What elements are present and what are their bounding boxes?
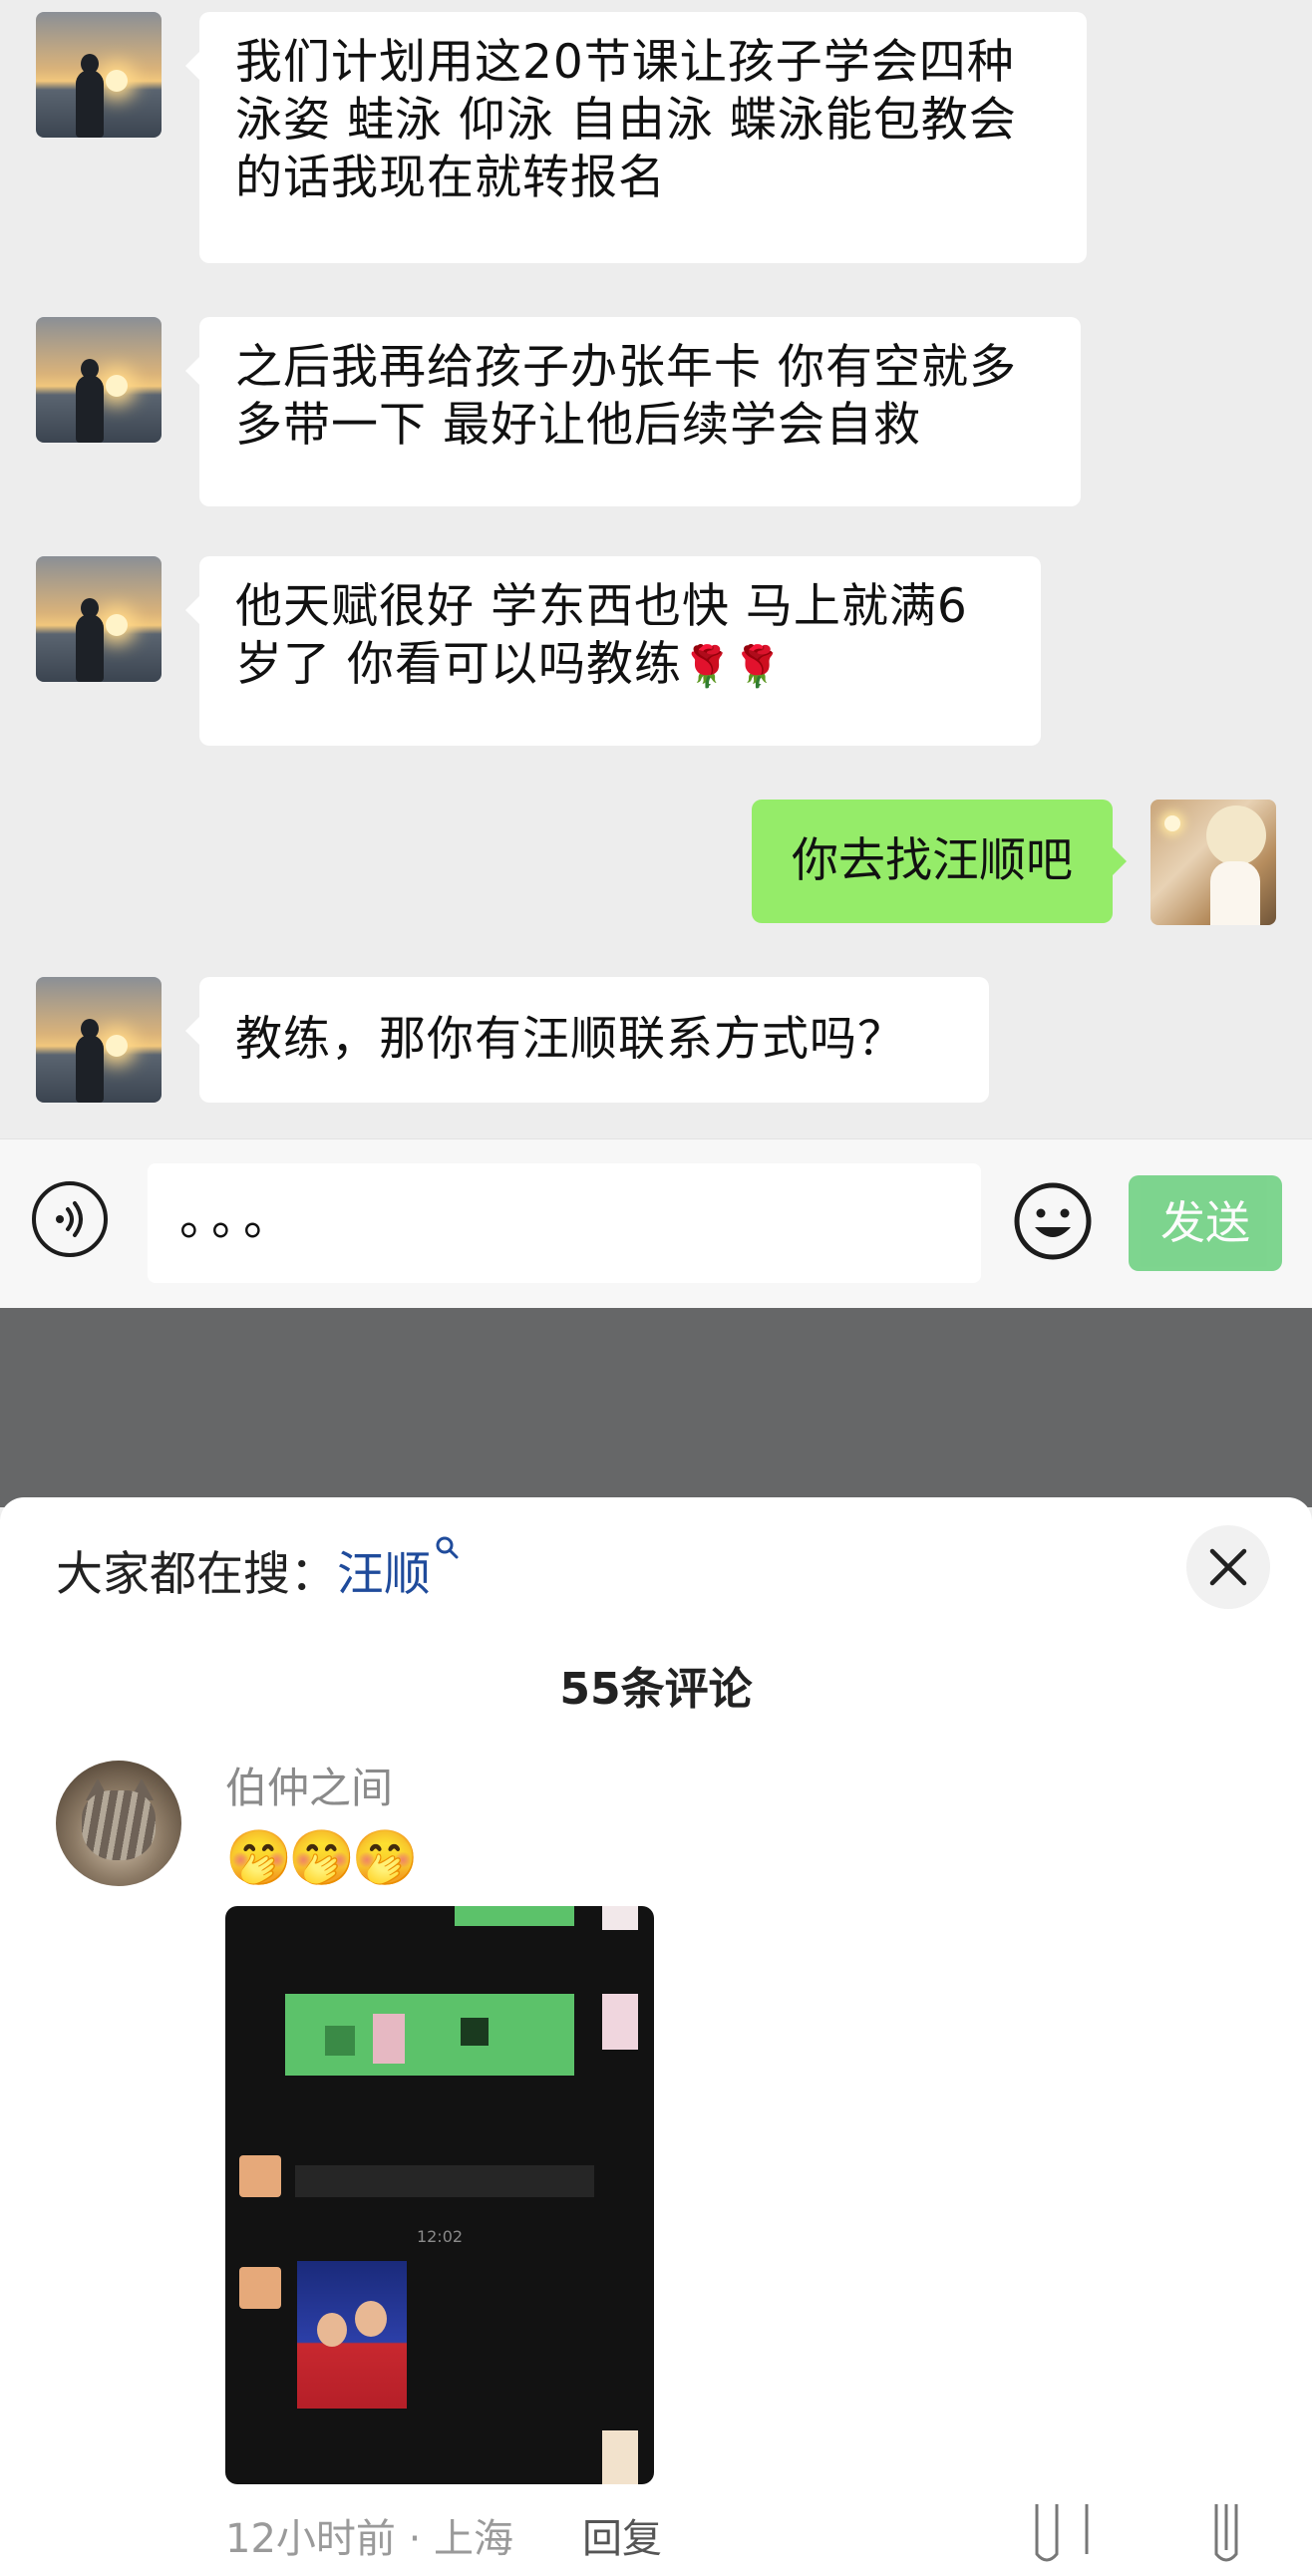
rose-emoji: 🌹🌹 [681,644,784,690]
voice-input-button[interactable] [32,1181,108,1257]
message-text: 我们计划用这20节课让孩子学会四种泳姿 蛙泳 仰泳 自由泳 蝶泳能包教会的话我现… [235,35,1017,205]
message-bubble[interactable]: 教练，那你有汪顺联系方式吗？ [185,977,989,1103]
search-icon[interactable] [435,1535,461,1561]
commenter-avatar[interactable] [56,1761,181,1886]
chat-area: 我们计划用这20节课让孩子学会四种泳姿 蛙泳 仰泳 自由泳 蝶泳能包教会的话我现… [0,0,1312,1138]
message-text: 你去找汪顺吧 [792,833,1073,888]
my-avatar[interactable] [1150,800,1276,925]
send-button[interactable]: 发送 [1129,1175,1282,1271]
comment-emoji: 🤭🤭🤭 [225,1826,419,1889]
message-text: 之后我再给孩子办张年卡 你有空就多多带一下 最好让他后续学会自救 [235,340,1017,453]
like-icon[interactable] [1027,2494,1266,2574]
avatar[interactable] [36,12,162,138]
close-button[interactable] [1186,1525,1270,1609]
trending-search: 大家都在搜：汪顺 [56,1535,461,1604]
message-bubble[interactable]: 之后我再给孩子办张年卡 你有空就多多带一下 最好让他后续学会自救 [185,317,1081,506]
commenter-name[interactable]: 伯仲之间 [225,1755,393,1815]
image-timestamp: 12:02 [416,2227,464,2246]
emoji-icon[interactable] [1013,1181,1093,1261]
comment-meta: 12小时前 · 上海 [225,2516,514,2562]
close-icon [1209,1548,1247,1586]
voice-icon [56,1201,83,1237]
avatar[interactable] [36,556,162,682]
chat-input-bar: 。。。 发送 [0,1138,1312,1309]
message-input[interactable]: 。。。 [148,1163,981,1283]
avatar[interactable] [36,317,162,443]
message-text: 教练，那你有汪顺联系方式吗？ [235,1012,905,1067]
trending-search-link[interactable]: 汪顺 [337,1547,431,1602]
comments-sheet: 大家都在搜：汪顺 55条评论 伯仲之间 🤭🤭🤭 12:02 12小时前 · 上海… [0,1497,1312,2576]
comment-image[interactable]: 12:02 [225,1906,654,2484]
message-text: 他天赋很好 学东西也快 马上就满6岁了 你看可以吗教练 [235,579,968,692]
message-bubble-mine[interactable]: 你去找汪顺吧 [752,800,1127,923]
overlay-backdrop[interactable] [0,1308,1312,1507]
trending-search-label: 大家都在搜： [56,1547,337,1602]
reply-button[interactable]: 回复 [582,2506,662,2564]
avatar[interactable] [36,977,162,1103]
comment-count: 55条评论 [559,1664,753,1715]
message-bubble[interactable]: 他天赋很好 学东西也快 马上就满6岁了 你看可以吗教练🌹🌹 [185,556,1041,746]
message-bubble[interactable]: 我们计划用这20节课让孩子学会四种泳姿 蛙泳 仰泳 自由泳 蝶泳能包教会的话我现… [185,12,1087,263]
